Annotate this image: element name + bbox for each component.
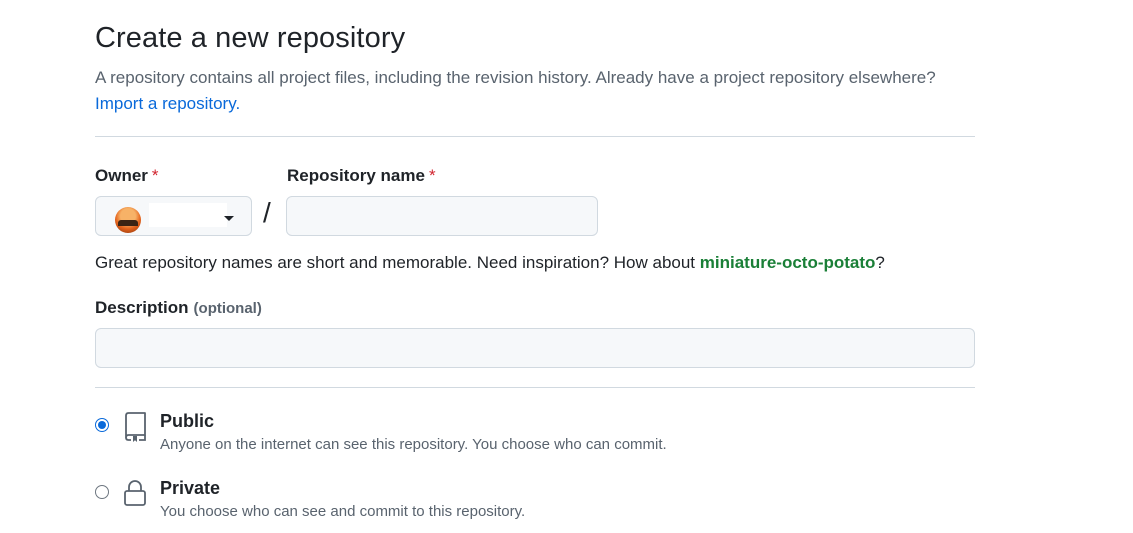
private-radio[interactable] xyxy=(95,485,109,499)
owner-repo-separator: / xyxy=(263,197,271,228)
description-optional-note: (optional) xyxy=(193,300,262,317)
public-title: Public xyxy=(160,411,215,431)
owner-select[interactable] xyxy=(95,196,252,236)
repository-name-required-mark: * xyxy=(428,166,436,185)
owner-name xyxy=(149,203,227,227)
owner-required-mark: * xyxy=(151,166,159,185)
page-description-text: A repository contains all project files,… xyxy=(95,68,936,87)
page-title: Create a new repository xyxy=(95,22,406,54)
visibility-option-public[interactable]: Public Anyone on the internet can see th… xyxy=(95,408,715,458)
private-description: You choose who can see and commit to thi… xyxy=(160,503,526,520)
chevron-down-icon xyxy=(224,216,234,221)
private-title: Private xyxy=(160,478,221,498)
owner-label: Owner * xyxy=(95,166,159,186)
public-radio[interactable] xyxy=(95,418,109,432)
import-repository-link[interactable]: Import a repository. xyxy=(95,94,240,113)
repository-name-hint-text: Great repository names are short and mem… xyxy=(95,253,696,272)
repository-name-input[interactable] xyxy=(286,196,598,236)
repository-name-hint: Great repository names are short and mem… xyxy=(95,252,885,274)
page-description: A repository contains all project files,… xyxy=(95,65,995,117)
visibility-option-private[interactable]: Private You choose who can see and commi… xyxy=(95,475,715,525)
public-description: Anyone on the internet can see this repo… xyxy=(160,436,667,453)
repository-name-hint-suffix: ? xyxy=(875,253,885,272)
repo-book-icon xyxy=(125,412,146,442)
repository-name-label: Repository name * xyxy=(287,166,436,186)
repository-name-label-text: Repository name xyxy=(287,166,425,185)
description-label-text: Description xyxy=(95,298,189,317)
description-label: Description (optional) xyxy=(95,298,262,318)
owner-label-text: Owner xyxy=(95,166,148,185)
visibility-divider xyxy=(95,387,975,388)
description-input[interactable] xyxy=(95,328,975,368)
name-suggestion-link[interactable]: miniature-octo-potato xyxy=(700,253,876,272)
lock-icon xyxy=(124,480,146,506)
avatar xyxy=(115,207,141,233)
header-divider xyxy=(95,136,975,137)
